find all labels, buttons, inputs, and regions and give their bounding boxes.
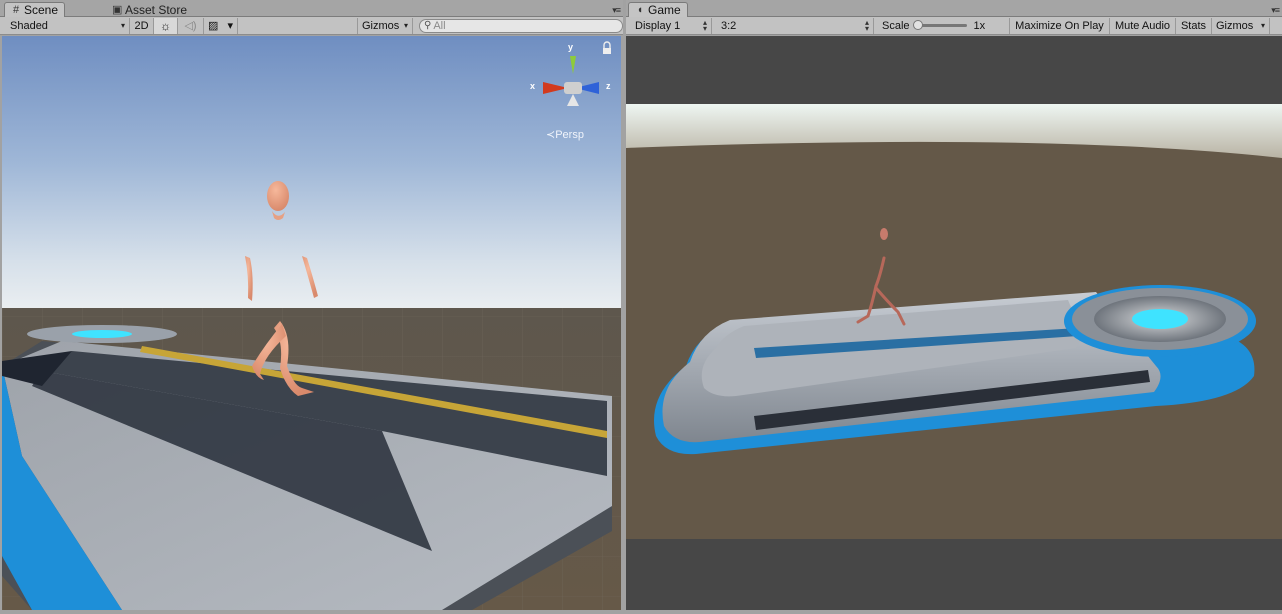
- aspect-dropdown[interactable]: 3:2 ▴ ▾: [712, 17, 874, 34]
- letterbox-bottom: [626, 539, 1282, 610]
- 2d-toggle-label: 2D: [134, 19, 149, 32]
- hash-grid-icon: #: [12, 4, 20, 16]
- tab-scene-label: Scene: [24, 3, 59, 17]
- game-tab-strip: ◖ Game ▾≡: [626, 0, 1282, 17]
- image-icon: ▨: [208, 20, 219, 32]
- dropdown-arrow-icon: ▾: [1260, 21, 1265, 30]
- tab-asset-store[interactable]: ▣ Asset Store: [106, 2, 193, 17]
- draw-mode-label: Shaded: [10, 19, 48, 32]
- character-head: [267, 181, 289, 211]
- draw-mode-dropdown[interactable]: Shaded ▾: [0, 17, 130, 34]
- game-viewport[interactable]: [626, 36, 1282, 610]
- game-panel: ◖ Game ▾≡ Display 1 ▴ ▾ 3:2 ▴ ▾ Scale 1x M…: [626, 0, 1282, 614]
- game-gizmos-label: Gizmos: [1216, 19, 1254, 32]
- tab-game[interactable]: ◖ Game: [628, 2, 688, 17]
- panel-menu-icon[interactable]: ▾≡: [612, 5, 621, 16]
- search-icon: ⚲: [424, 20, 432, 31]
- 2d-toggle-button[interactable]: 2D: [130, 17, 154, 34]
- tab-asset-store-label: Asset Store: [125, 2, 188, 17]
- dropdown-arrow-icon: ▾: [120, 21, 125, 30]
- pad-glow: [72, 330, 132, 338]
- persp-icon: ≺: [546, 129, 556, 141]
- aspect-label: 3:2: [721, 19, 737, 32]
- scene-search-input[interactable]: ⚲ All: [419, 18, 623, 33]
- mute-audio-button[interactable]: Mute Audio: [1110, 17, 1176, 34]
- game-gizmos-dropdown[interactable]: Gizmos ▾: [1212, 17, 1270, 34]
- gizmo-center-cube: [564, 82, 582, 94]
- game-render: [626, 36, 1282, 610]
- scene-toolbar: Shaded ▾ 2D ☼ ◁) ▨ ▾ Gizmos ▾ ⚲ All: [0, 17, 623, 35]
- dropdown-arrow-icon: ▾: [403, 21, 408, 30]
- scale-slider-thumb[interactable]: [912, 20, 923, 30]
- stats-button[interactable]: Stats: [1176, 17, 1212, 34]
- stats-label: Stats: [1180, 19, 1207, 32]
- gizmos-dropdown[interactable]: Gizmos ▾: [357, 17, 413, 34]
- search-placeholder: All: [433, 19, 446, 32]
- scene-viewport[interactable]: y x z ≺Persp: [2, 36, 621, 610]
- scale-control: Scale 1x: [874, 17, 1010, 34]
- speaker-icon: ◁): [184, 20, 197, 32]
- game-toolbar: Display 1 ▴ ▾ 3:2 ▴ ▾ Scale 1x Maximize On…: [626, 17, 1282, 35]
- scale-label: Scale: [882, 19, 910, 32]
- tab-scene[interactable]: # Scene: [4, 2, 66, 17]
- mute-audio-label: Mute Audio: [1114, 19, 1171, 32]
- sun-icon: ☼: [160, 18, 171, 33]
- tab-game-label: Game: [648, 3, 681, 17]
- gizmo-x-label: x: [530, 81, 536, 91]
- gizmo-z-label: z: [606, 81, 611, 91]
- scene-panel: # Scene ▣ Asset Store ▾≡ Shaded ▾ 2D ☼ ◁…: [0, 0, 623, 614]
- maximize-on-play-button[interactable]: Maximize On Play: [1010, 17, 1110, 34]
- updown-arrow-icon: ▴ ▾: [864, 17, 869, 33]
- game-pad-glow: [1132, 309, 1188, 329]
- maximize-on-play-label: Maximize On Play: [1015, 19, 1104, 32]
- display-label: Display 1: [635, 19, 681, 32]
- display-dropdown[interactable]: Display 1 ▴ ▾: [626, 17, 712, 34]
- pacman-icon: ◖: [636, 4, 644, 16]
- audio-toggle-button[interactable]: ◁): [178, 17, 204, 34]
- scale-slider[interactable]: [912, 20, 967, 30]
- panel-menu-icon[interactable]: ▾≡: [1271, 5, 1280, 16]
- dropdown-arrow-icon: ▾: [227, 20, 233, 32]
- effects-dropdown[interactable]: ▨ ▾: [204, 17, 238, 34]
- lighting-toggle-button[interactable]: ☼: [154, 17, 178, 34]
- scene-render: [2, 36, 621, 610]
- store-bag-icon: ▣: [112, 4, 123, 16]
- gizmo-y-label: y: [568, 42, 574, 52]
- updown-arrow-icon: ▴ ▾: [702, 17, 707, 33]
- projection-toggle[interactable]: ≺Persp: [546, 128, 584, 141]
- gizmos-label: Gizmos: [362, 19, 400, 32]
- scene-tab-strip: # Scene ▣ Asset Store ▾≡: [0, 0, 623, 17]
- projection-label: Persp: [555, 129, 584, 141]
- scale-value: 1x: [973, 19, 986, 32]
- game-teleport-pad: [1064, 285, 1256, 357]
- letterbox-top: [626, 36, 1282, 104]
